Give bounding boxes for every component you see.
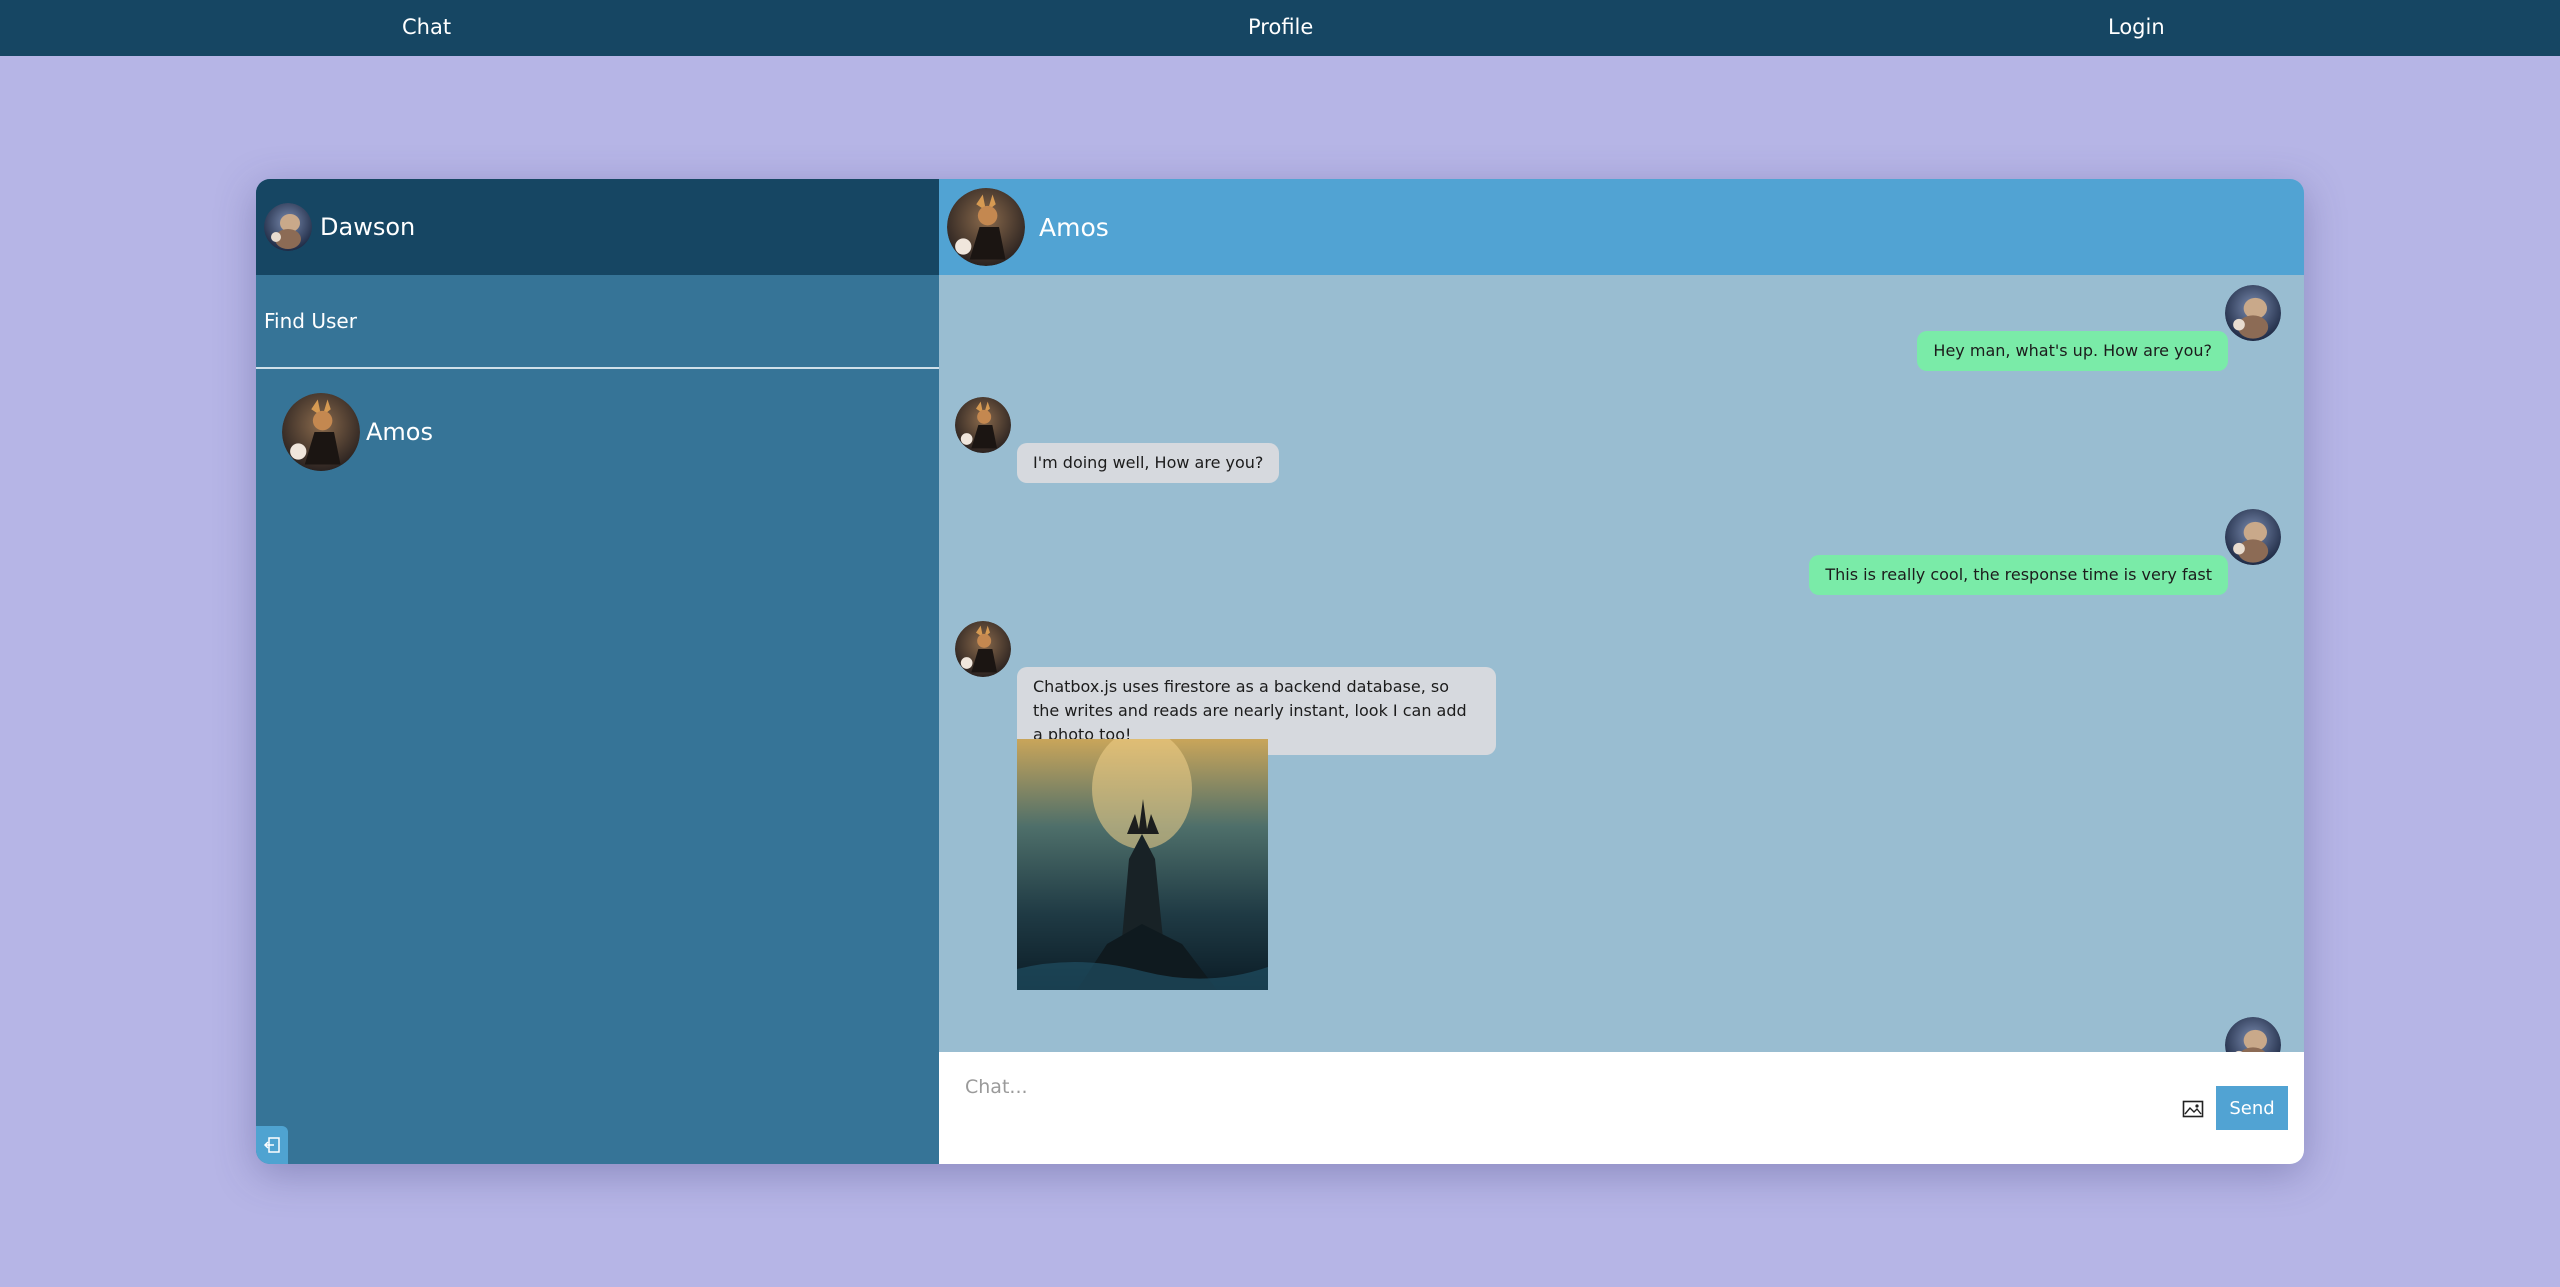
chat-window: Dawson Amos — [256, 179, 2304, 1164]
contact-item-amos[interactable]: Amos — [256, 393, 939, 471]
message-photo[interactable] — [1017, 739, 1268, 990]
nav-profile-link[interactable]: Profile — [1248, 15, 1313, 39]
message-composer: Send — [939, 1052, 2304, 1164]
their-message-avatar — [955, 397, 1011, 453]
my-message-avatar — [2225, 285, 2281, 341]
top-nav: Chat Profile Login — [0, 0, 2560, 56]
my-message-avatar — [2225, 509, 2281, 565]
find-user-input[interactable] — [264, 309, 864, 333]
contact-avatar — [282, 393, 360, 471]
message-bubble-sent: This is really cool, the response time i… — [1809, 555, 2228, 595]
logout-icon — [263, 1137, 280, 1153]
recipient-avatar — [947, 188, 1025, 266]
my-message-avatar — [2225, 1017, 2281, 1052]
image-upload-icon[interactable] — [2182, 1098, 2204, 1120]
message-list: Hey man, what's up. How are you? I'm doi… — [939, 275, 2304, 1052]
message-bubble-received: I'm doing well, How are you? — [1017, 443, 1280, 483]
nav-chat-link[interactable]: Chat — [402, 15, 451, 39]
current-user-avatar — [264, 203, 312, 251]
recipient-name: Amos — [1039, 212, 1109, 242]
current-user-header: Dawson — [256, 179, 939, 275]
sidebar: Dawson Amos — [256, 179, 939, 1164]
send-button[interactable]: Send — [2216, 1086, 2288, 1130]
nav-login-link[interactable]: Login — [2108, 15, 2165, 39]
message-bubble-sent: Hey man, what's up. How are you? — [1917, 331, 2228, 371]
current-user-name: Dawson — [320, 213, 416, 241]
chat-header: Amos — [939, 179, 2304, 275]
their-message-avatar — [955, 621, 1011, 677]
chat-panel: Amos Hey man, what's up. How are you? I'… — [939, 179, 2304, 1164]
contact-name: Amos — [366, 418, 433, 446]
logout-button[interactable] — [256, 1126, 288, 1164]
find-user-bar — [256, 275, 939, 369]
chat-input[interactable] — [965, 1076, 2115, 1098]
